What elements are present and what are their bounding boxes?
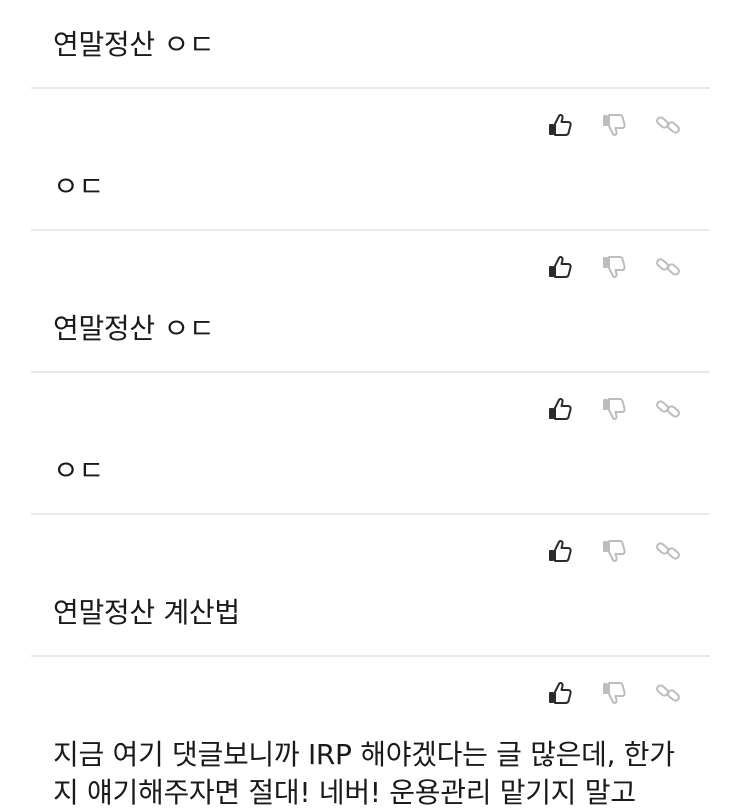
comment-text: ㅇㄷ xyxy=(53,170,104,203)
thumbs-up-icon xyxy=(549,397,572,420)
thumbs-up-icon xyxy=(549,255,572,278)
comment-text: 연말정산 ㅇㄷ xyxy=(53,28,215,61)
dislike-button[interactable] xyxy=(594,531,634,571)
divider xyxy=(31,87,710,89)
link-icon xyxy=(656,258,680,276)
thumbs-up-icon xyxy=(549,113,572,136)
link-button[interactable] xyxy=(648,673,688,713)
link-button[interactable] xyxy=(648,389,688,429)
thumbs-down-icon xyxy=(603,540,626,563)
comment-text: 연말정산 ㅇㄷ xyxy=(53,312,215,345)
thumbs-down-icon xyxy=(603,682,626,705)
divider xyxy=(31,655,710,657)
like-button[interactable] xyxy=(540,673,580,713)
link-button[interactable] xyxy=(648,531,688,571)
dislike-button[interactable] xyxy=(594,389,634,429)
thumbs-down-icon xyxy=(603,398,626,421)
link-icon xyxy=(656,116,680,134)
like-button[interactable] xyxy=(540,389,580,429)
comment-feed: 연말정산 ㅇㄷ ㅇㄷ 연말정산 ㅇㄷ ㅇㄷ 연말정산 계산법 지금 여기 댓글보… xyxy=(0,0,740,812)
dislike-button[interactable] xyxy=(594,673,634,713)
divider xyxy=(31,371,710,373)
thumbs-up-icon xyxy=(549,539,572,562)
link-button[interactable] xyxy=(648,247,688,287)
link-button[interactable] xyxy=(648,105,688,145)
dislike-button[interactable] xyxy=(594,105,634,145)
divider xyxy=(31,229,710,231)
dislike-button[interactable] xyxy=(594,247,634,287)
comment-text: ㅇㄷ xyxy=(53,454,104,487)
thumbs-down-icon xyxy=(603,256,626,279)
thumbs-up-icon xyxy=(549,681,572,704)
link-icon xyxy=(656,684,680,702)
link-icon xyxy=(656,542,680,560)
thumbs-down-icon xyxy=(603,114,626,137)
comment-actions xyxy=(540,389,690,429)
like-button[interactable] xyxy=(540,105,580,145)
like-button[interactable] xyxy=(540,247,580,287)
comment-actions xyxy=(540,105,690,145)
comment-actions xyxy=(540,247,690,287)
comment-actions xyxy=(540,531,690,571)
comment-text: 연말정산 계산법 xyxy=(53,596,240,629)
divider xyxy=(31,513,710,515)
link-icon xyxy=(656,400,680,418)
comment-text: 지금 여기 댓글보니까 IRP 해야겠다는 글 많은데, 한가지 얘기해주자면 … xyxy=(53,738,675,809)
comment-actions xyxy=(540,673,690,713)
like-button[interactable] xyxy=(540,531,580,571)
